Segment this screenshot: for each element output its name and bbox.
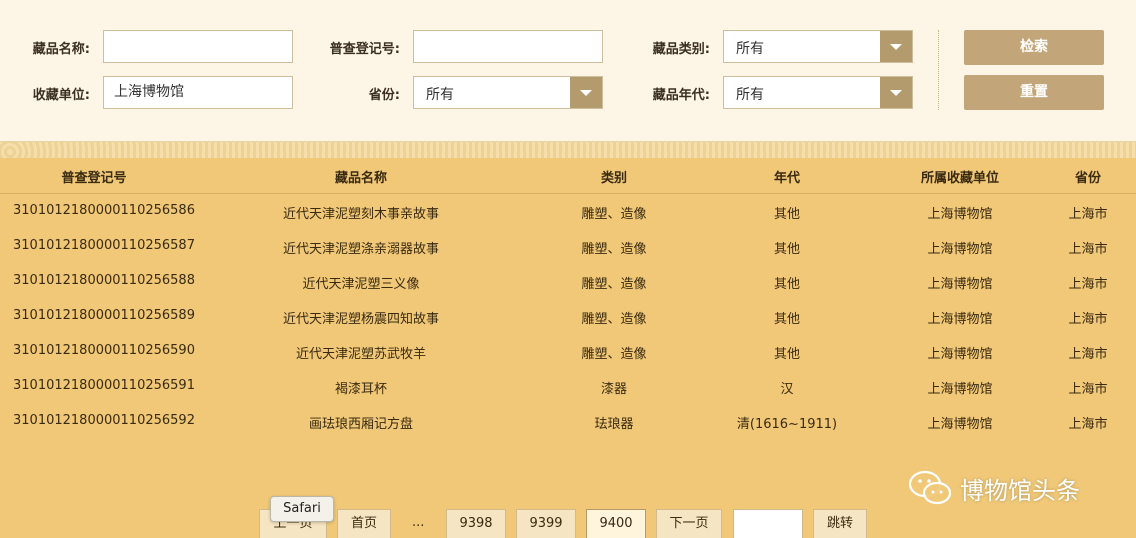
cell-era: 清(1616~1911) (736, 417, 838, 432)
cell-name[interactable]: 画珐琅西厢记方盘 (309, 413, 413, 432)
cell-province: 上海市 (1068, 417, 1108, 432)
cell-name[interactable]: 近代天津泥塑三义像 (302, 273, 419, 292)
page-button-9399[interactable]: 9399 (516, 509, 576, 538)
chevron-down-icon[interactable] (880, 77, 912, 108)
cell-category: 漆器 (600, 382, 628, 397)
unit-label: 收藏单位: (32, 88, 90, 103)
cell-name[interactable]: 近代天津泥塑杨震四知故事 (283, 308, 439, 327)
cell-province: 上海市 (1068, 382, 1108, 397)
pager-ellipsis: ... (412, 515, 425, 530)
cell-unit: 上海博物馆 (927, 417, 993, 432)
watermark-text: 博物馆头条 (960, 476, 1080, 505)
jump-button[interactable]: 跳转 (813, 509, 867, 538)
cell-province: 上海市 (1068, 242, 1108, 257)
province-select[interactable]: 所有 (413, 76, 603, 109)
cell-name[interactable]: 褐漆耳杯 (335, 378, 387, 397)
province-label: 省份: (368, 88, 400, 103)
search-button[interactable]: 检索 (964, 30, 1104, 65)
col-header-era: 年代 (773, 171, 801, 186)
cell-unit: 上海博物馆 (927, 242, 993, 257)
category-select[interactable]: 所有 (723, 30, 913, 63)
cell-category: 雕塑、造像 (581, 207, 647, 222)
cell-unit: 上海博物馆 (927, 207, 993, 222)
cell-unit: 上海博物馆 (927, 347, 993, 362)
col-header-category: 类别 (600, 171, 628, 186)
col-header-unit: 所属收藏单位 (920, 171, 1000, 186)
page-button-9398[interactable]: 9398 (446, 509, 506, 538)
decorative-border (0, 142, 1136, 158)
cell-regno: 3101012180000110256588 (13, 273, 195, 288)
cell-name[interactable]: 近代天津泥塑刻木事亲故事 (283, 203, 439, 222)
cell-unit: 上海博物馆 (927, 277, 993, 292)
cell-regno: 3101012180000110256591 (13, 378, 195, 393)
cell-category: 雕塑、造像 (581, 242, 647, 257)
era-label: 藏品年代: (652, 88, 710, 103)
safari-tooltip: Safari (270, 496, 334, 522)
cell-regno: 3101012180000110256586 (13, 203, 195, 218)
cell-era: 其他 (773, 207, 801, 222)
jump-page-input[interactable] (733, 509, 803, 538)
regno-label: 普查登记号: (329, 42, 400, 57)
cell-category: 珐琅器 (594, 417, 634, 432)
name-label: 藏品名称: (32, 42, 90, 57)
cell-unit: 上海博物馆 (927, 382, 993, 397)
cell-regno: 3101012180000110256587 (13, 238, 195, 253)
category-label: 藏品类别: (652, 42, 710, 57)
cell-province: 上海市 (1068, 207, 1108, 222)
cell-province: 上海市 (1068, 312, 1108, 327)
search-panel: 藏品名称: 普查登记号: 藏品类别: 所有 收藏单位: 上海博物馆 省份: 所有… (0, 0, 1136, 142)
col-header-regno: 普查登记号 (61, 171, 127, 186)
cell-province: 上海市 (1068, 347, 1108, 362)
cell-category: 雕塑、造像 (581, 347, 647, 362)
category-value: 所有 (736, 41, 764, 57)
cell-era: 其他 (773, 242, 801, 257)
col-header-name: 藏品名称 (334, 171, 388, 186)
era-select[interactable]: 所有 (723, 76, 913, 109)
reset-button[interactable]: 重置 (964, 75, 1104, 110)
name-input[interactable] (103, 30, 293, 63)
first-page-button[interactable]: 首页 (337, 509, 391, 538)
cell-category: 雕塑、造像 (581, 277, 647, 292)
regno-input[interactable] (413, 30, 603, 63)
province-value: 所有 (426, 87, 454, 103)
cell-unit: 上海博物馆 (927, 312, 993, 327)
cell-era: 汉 (780, 382, 794, 397)
cell-era: 其他 (773, 347, 801, 362)
header-divider (0, 193, 1136, 194)
col-header-province: 省份 (1074, 171, 1102, 186)
unit-input[interactable]: 上海博物馆 (103, 76, 293, 109)
next-page-button[interactable]: 下一页 (656, 509, 722, 538)
cell-regno: 3101012180000110256589 (13, 308, 195, 323)
cell-name[interactable]: 近代天津泥塑涤亲溺器故事 (283, 238, 439, 257)
cell-regno: 3101012180000110256590 (13, 343, 195, 358)
wechat-icon (908, 470, 952, 505)
cell-era: 其他 (773, 277, 801, 292)
divider (938, 30, 939, 110)
chevron-down-icon[interactable] (570, 77, 602, 108)
era-value: 所有 (736, 87, 764, 103)
watermark: 博物馆头条 (908, 470, 1080, 506)
chevron-down-icon[interactable] (880, 31, 912, 62)
cell-regno: 3101012180000110256592 (13, 413, 195, 428)
cell-category: 雕塑、造像 (581, 312, 647, 327)
page-button-current[interactable]: 9400 (586, 509, 646, 538)
cell-era: 其他 (773, 312, 801, 327)
cell-province: 上海市 (1068, 277, 1108, 292)
cell-name[interactable]: 近代天津泥塑苏武牧羊 (296, 343, 426, 362)
